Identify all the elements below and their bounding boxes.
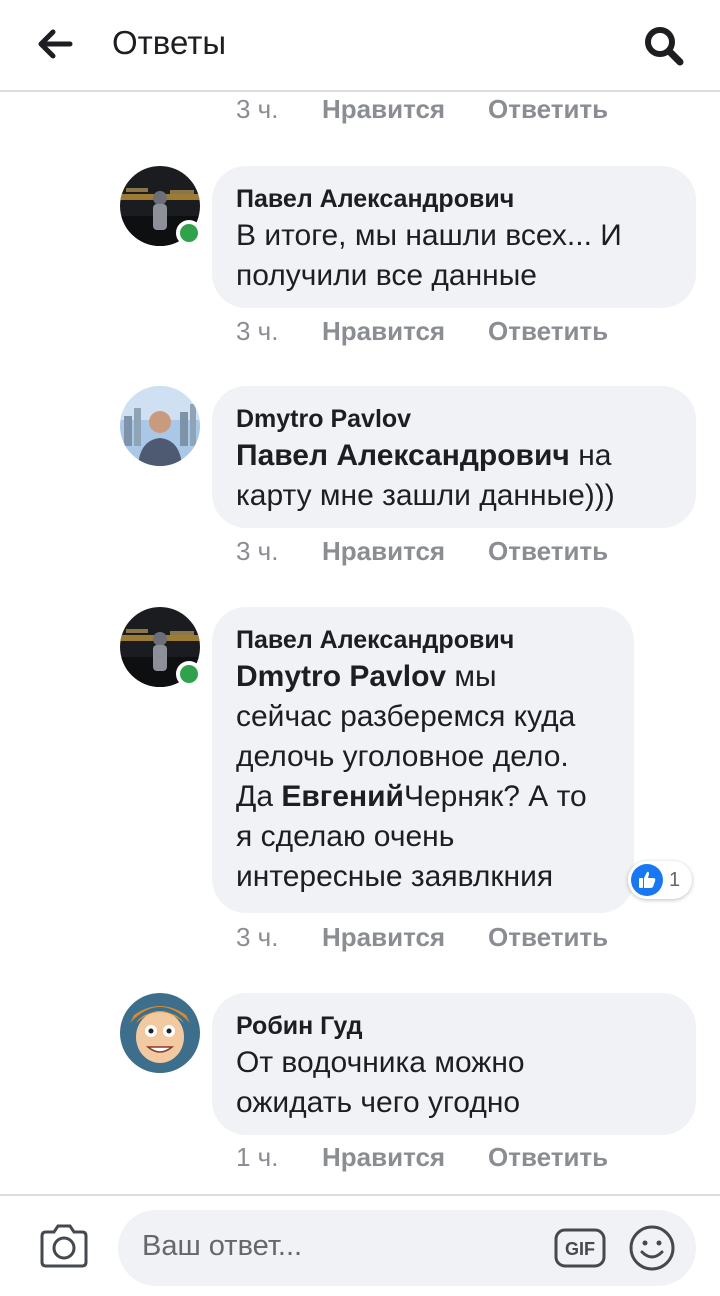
reply-input-placeholder: Ваш ответ...: [142, 1230, 303, 1262]
comment-text: Да ЕвгенийЧерняк? А то: [236, 780, 587, 813]
comment-author[interactable]: Dmytro Pavlov: [236, 402, 672, 436]
online-indicator: [176, 220, 202, 246]
gif-label: GIF: [565, 1239, 595, 1259]
comment-text: интересные заявлкния: [236, 860, 554, 893]
comment-actions: 3 ч. Нравится Ответить: [236, 922, 676, 962]
comment-bubble[interactable]: Робин Гуд От водочника можно ожидать чег…: [212, 993, 696, 1135]
reply-link[interactable]: Ответить: [488, 536, 608, 567]
top-bar: Ответы: [0, 0, 720, 92]
comment-text: Dmytro Pavlov мы: [236, 660, 497, 693]
comment-text: я сделаю очень: [236, 820, 455, 853]
online-indicator: [176, 661, 202, 687]
comment-text: делочь уголовное дело.: [236, 740, 569, 773]
reply-composer: Ваш ответ... GIF: [0, 1194, 720, 1296]
comment-bubble[interactable]: Dmytro Pavlov Павел Александрович на кар…: [212, 386, 696, 528]
mention-link[interactable]: Dmytro Pavlov: [236, 660, 446, 693]
emoji-icon: [629, 1225, 675, 1271]
like-link[interactable]: Нравится: [322, 922, 445, 953]
comment-author[interactable]: Робин Гуд: [236, 1009, 672, 1043]
like-link[interactable]: Нравится: [322, 536, 445, 567]
comment-time: 1 ч.: [236, 1142, 279, 1172]
comment-bubble[interactable]: Павел Александрович Dmytro Pavlov мы сей…: [212, 607, 634, 913]
comment-text: От водочника можно: [236, 1046, 525, 1079]
arrow-left-icon: [38, 29, 73, 59]
search-button[interactable]: [636, 18, 692, 74]
comment-text: сейчас разберемся куда: [236, 700, 576, 733]
reply-link[interactable]: Ответить: [488, 922, 608, 953]
comment-text: В итоге, мы нашли всех... И: [236, 219, 622, 252]
comment-time: 3 ч.: [236, 922, 279, 952]
page-title: Ответы: [112, 24, 227, 61]
comment-actions: 3 ч. Нравится Ответить: [236, 316, 676, 356]
comment-author[interactable]: Павел Александрович: [236, 182, 672, 216]
search-icon: [645, 27, 684, 66]
emoji-button[interactable]: [628, 1224, 676, 1272]
comment-text: ожидать чего угодно: [236, 1086, 521, 1119]
mention-link[interactable]: Евгений: [281, 780, 404, 813]
like-link[interactable]: Нравится: [322, 316, 445, 347]
mention-link[interactable]: Павел Александрович: [236, 439, 570, 472]
avatar[interactable]: [120, 386, 200, 466]
like-link[interactable]: Нравится: [322, 1142, 445, 1173]
comment-text: карту мне зашли данные))): [236, 479, 615, 512]
reaction-badge[interactable]: 1: [628, 861, 692, 899]
back-button[interactable]: [30, 22, 80, 66]
comment-bubble[interactable]: Павел Александрович В итоге, мы нашли вс…: [212, 166, 696, 308]
comment-actions: 3 ч. Нравится Ответить: [236, 536, 676, 576]
reaction-count: 1: [669, 868, 681, 891]
comment-actions: 3 ч. Нравится Ответить: [236, 94, 676, 134]
gif-button[interactable]: GIF: [554, 1228, 606, 1268]
camera-icon: [40, 1224, 88, 1268]
reply-link[interactable]: Ответить: [488, 1142, 608, 1173]
comment-text: Павел Александрович на: [236, 439, 612, 472]
like-icon: [631, 864, 663, 896]
camera-button[interactable]: [38, 1220, 90, 1272]
comment-time: 3 ч.: [236, 316, 279, 346]
reply-link[interactable]: Ответить: [488, 316, 608, 347]
comment-time: 3 ч.: [236, 536, 279, 566]
comment-actions: 1 ч. Нравится Ответить: [236, 1142, 676, 1182]
like-link[interactable]: Нравится: [322, 94, 445, 125]
avatar[interactable]: [120, 993, 200, 1073]
comment-text: получили все данные: [236, 259, 537, 292]
reply-input[interactable]: Ваш ответ... GIF: [118, 1210, 696, 1286]
comment-author[interactable]: Павел Александрович: [236, 623, 610, 657]
comment-time: 3 ч.: [236, 94, 279, 124]
reply-link[interactable]: Ответить: [488, 94, 608, 125]
